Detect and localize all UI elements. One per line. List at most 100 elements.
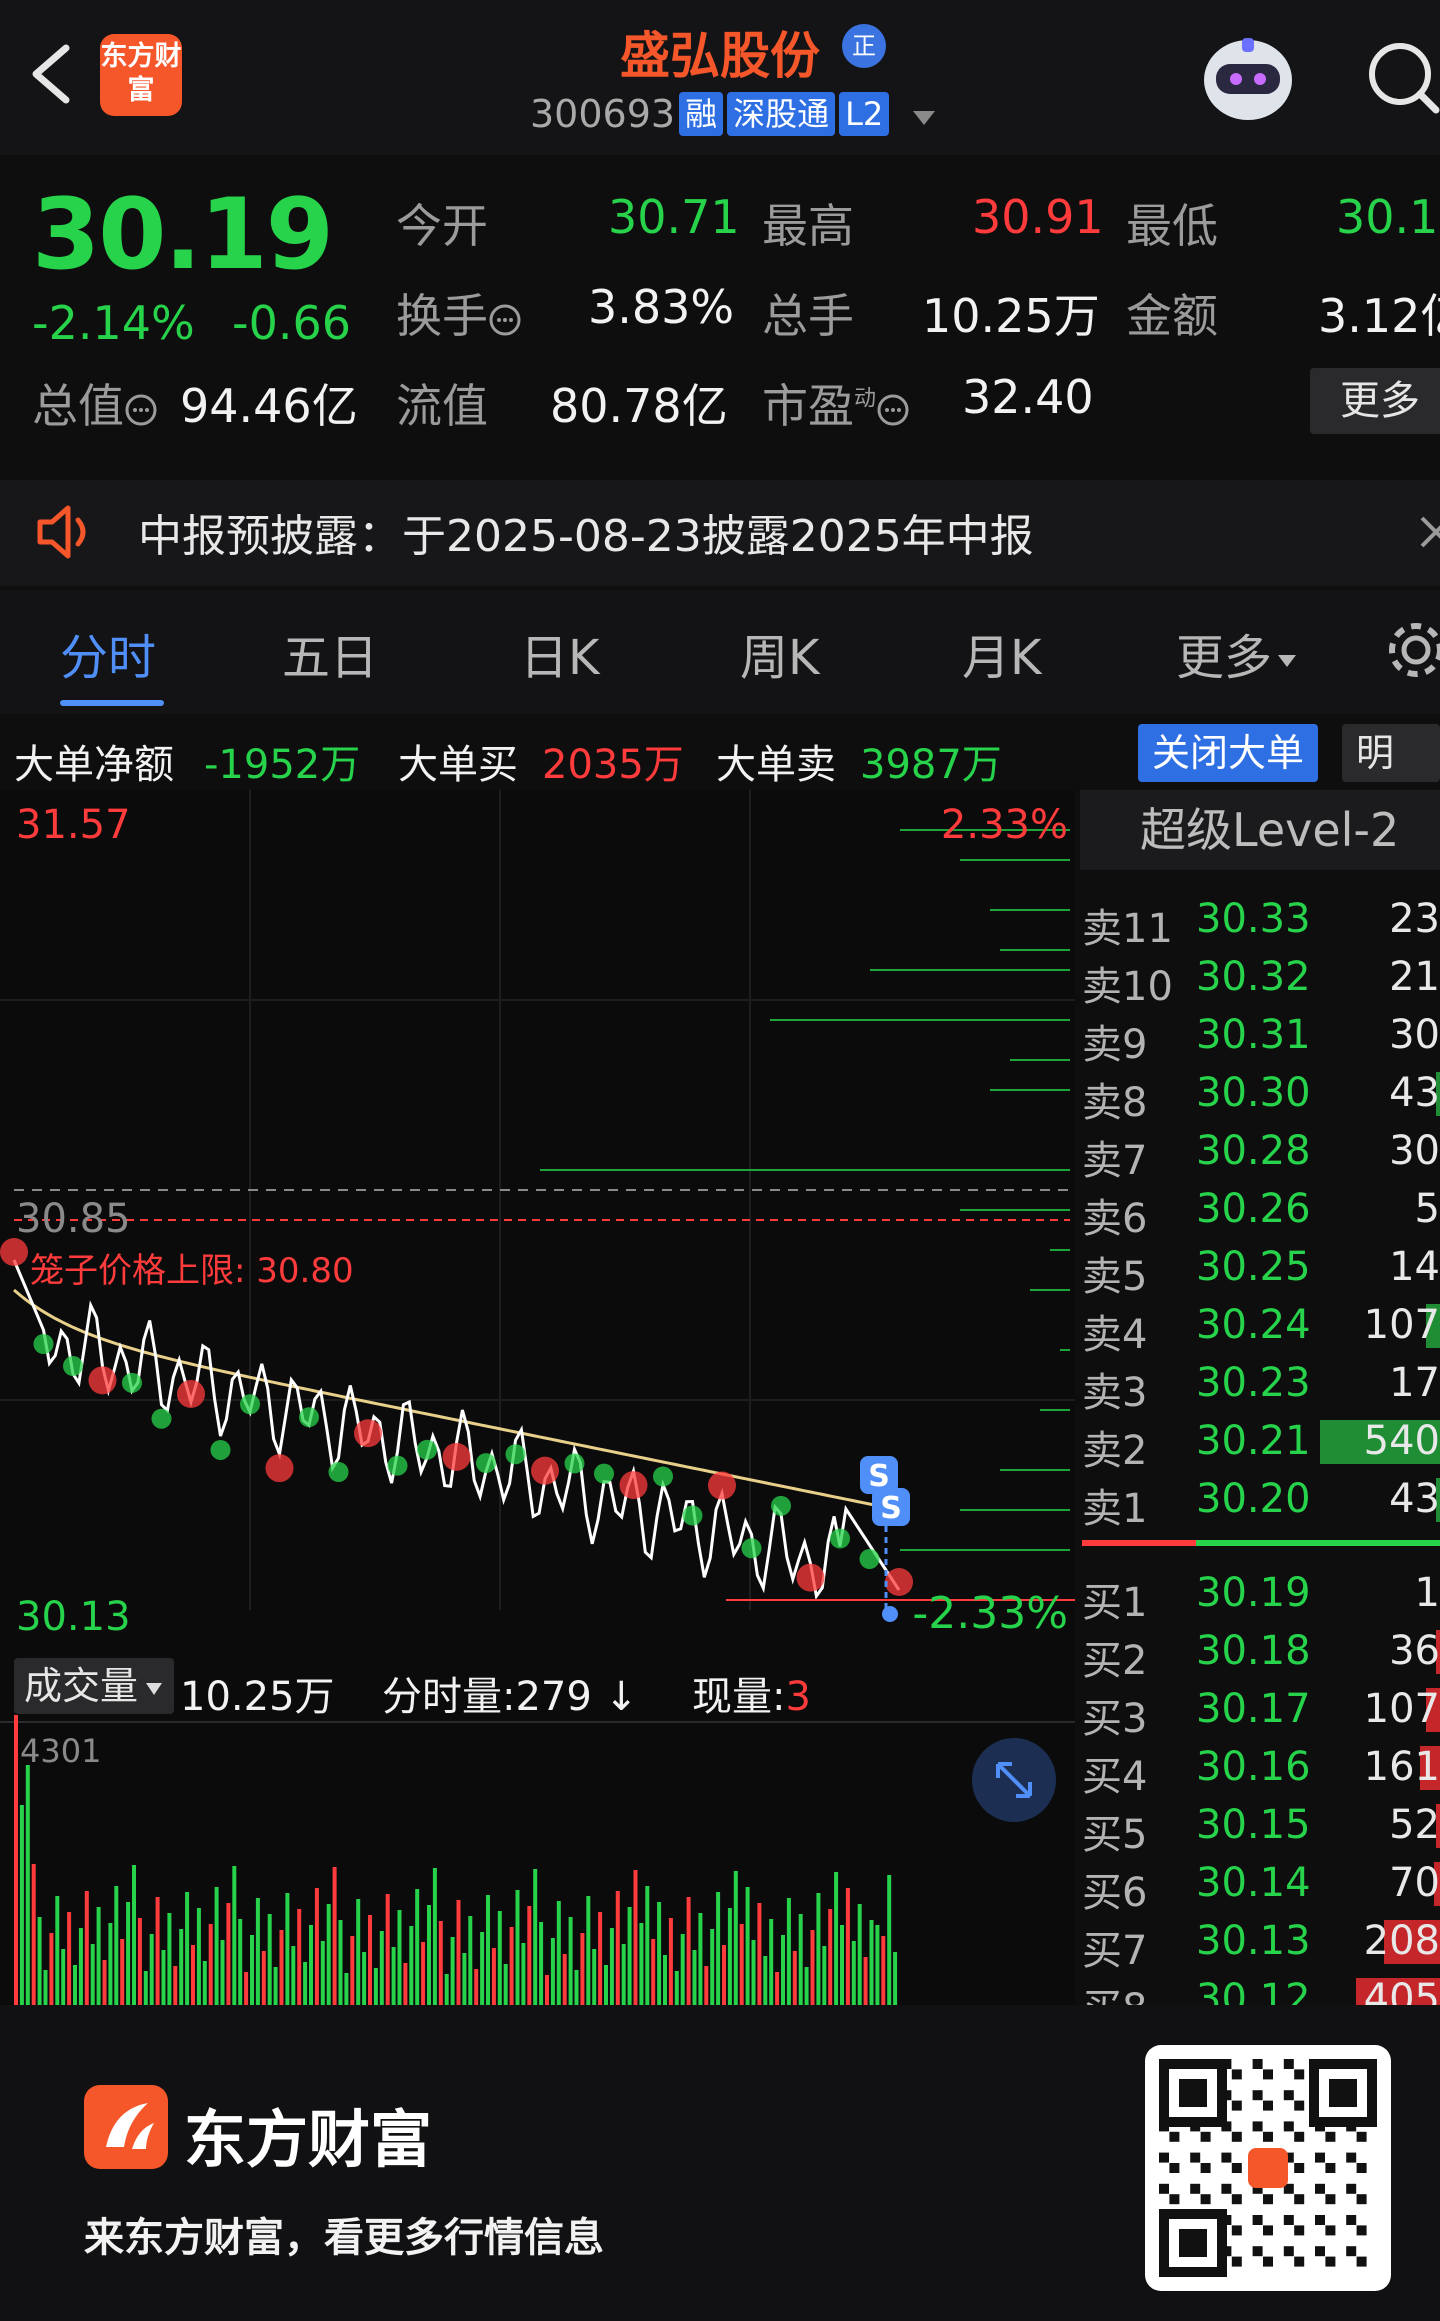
ask-price: 30.30: [1196, 1070, 1311, 1116]
tab-more[interactable]: 更多: [1176, 618, 1298, 688]
tab-daily-k[interactable]: 日K: [520, 618, 599, 688]
low-label: 最低: [1126, 199, 1218, 253]
ask-label: 卖11: [1082, 906, 1173, 952]
bid-row[interactable]: 买5 30.15 52: [1082, 1796, 1440, 1858]
svg-text:S: S: [880, 1491, 902, 1526]
ask-row[interactable]: 卖4 30.24 107: [1082, 1296, 1440, 1358]
big-sell-label: 大单卖: [716, 742, 836, 788]
dropdown-icon: [913, 110, 936, 125]
intraday-chart[interactable]: 31.57 2.33% 30.85 笼子价格上限: 30.80 30.13 -2…: [0, 790, 1075, 2005]
ask-row[interactable]: 卖1 30.20 43: [1082, 1470, 1440, 1532]
bid-price: 30.13: [1196, 1918, 1311, 1964]
tab-five-day[interactable]: 五日: [282, 618, 378, 688]
high-pct-label: 2.33%: [941, 802, 1068, 848]
tag-level2: L2: [839, 92, 890, 136]
ask-row[interactable]: 卖8 30.30 43: [1082, 1064, 1440, 1126]
ask-row[interactable]: 卖10 30.32 21: [1082, 948, 1440, 1010]
bid-row[interactable]: 买7 30.13 208: [1082, 1912, 1440, 1974]
ask-price: 30.25: [1196, 1244, 1311, 1290]
dropdown-icon: [146, 1682, 163, 1695]
bid-label: 买2: [1082, 1638, 1148, 1684]
market-cap-value: 94.46亿: [180, 379, 358, 433]
volume-header: 成交量 10.25万 分时量:279 ↓ 现量:3: [0, 1650, 1075, 1722]
tab-intraday[interactable]: 分时: [60, 618, 156, 688]
ask-qty: 23: [1389, 896, 1440, 942]
search-icon: [1369, 43, 1440, 114]
ask-label: 卖3: [1082, 1370, 1148, 1416]
ask-price: 30.31: [1196, 1012, 1311, 1058]
bid-row[interactable]: 买1 30.19 1: [1082, 1564, 1440, 1626]
market-cap-label[interactable]: 总值: [32, 370, 158, 436]
ask-row[interactable]: 卖6 30.26 5: [1082, 1180, 1440, 1242]
qr-code[interactable]: [1145, 2045, 1391, 2291]
indicator-selector[interactable]: 成交量: [14, 1658, 174, 1714]
detail-button[interactable]: 明细: [1342, 724, 1440, 782]
notice-close-button[interactable]: [1410, 500, 1440, 560]
stock-code: 300693: [530, 92, 676, 136]
close-big-order-button[interactable]: 关闭大单: [1138, 724, 1319, 782]
sell-marker-2[interactable]: S: [872, 1488, 910, 1526]
prev-close-label: 30.85: [16, 1196, 131, 1242]
ask-row[interactable]: 卖11 30.33 23: [1082, 890, 1440, 952]
bid-row[interactable]: 买4 30.16 161: [1082, 1738, 1440, 1800]
bid-price: 30.15: [1196, 1802, 1311, 1848]
ask-price: 30.24: [1196, 1302, 1311, 1348]
info-icon: [877, 394, 909, 425]
ask-label: 卖4: [1082, 1312, 1148, 1358]
expand-button[interactable]: [972, 1738, 1056, 1822]
brand-logo-icon: [84, 2085, 168, 2169]
tab-monthly-k[interactable]: 月K: [962, 618, 1041, 688]
ask-price: 30.32: [1196, 954, 1311, 1000]
tag-margin: 融: [679, 92, 724, 136]
bid-row[interactable]: 买6 30.14 70: [1082, 1854, 1440, 1916]
big-buy-label: 大单买: [398, 742, 518, 788]
ask-price: 30.23: [1196, 1360, 1311, 1406]
zheng-badge: 正: [842, 24, 886, 68]
ask-row[interactable]: 卖3 30.23 17: [1082, 1354, 1440, 1416]
big-order-strip: 大单净额 -1952万 大单买 2035万 大单卖 3987万 关闭大单 明细: [0, 718, 1440, 790]
float-cap-value: 80.78亿: [550, 379, 728, 433]
notice-banner[interactable]: 中报预披露：于2025-08-23披露2025年中报: [0, 480, 1440, 586]
dropdown-icon: [1278, 655, 1297, 667]
high-value: 30.91: [972, 190, 1104, 244]
ask-qty: 43: [1389, 1476, 1440, 1522]
chart-settings-button[interactable]: [1384, 618, 1440, 682]
bid-ask-divider-green: [1196, 1540, 1440, 1546]
tab-weekly-k[interactable]: 周K: [740, 618, 819, 688]
amount-label: 金额: [1126, 289, 1218, 343]
bid-price: 30.17: [1196, 1686, 1311, 1732]
turnover-label[interactable]: 换手: [396, 280, 522, 346]
bid-price: 30.16: [1196, 1744, 1311, 1790]
qr-code-icon: [1159, 2059, 1377, 2277]
search-button[interactable]: [1360, 36, 1440, 116]
bid-row[interactable]: 买2 30.18 36: [1082, 1622, 1440, 1684]
bid-row[interactable]: 买3 30.17 107: [1082, 1680, 1440, 1742]
ask-qty: 43: [1389, 1070, 1440, 1116]
pe-label[interactable]: 市盈动: [762, 370, 910, 436]
bid-qty: 107: [1363, 1686, 1440, 1732]
ask-label: 卖8: [1082, 1080, 1148, 1126]
high-price-label: 31.57: [16, 802, 131, 848]
volume-label: 总手: [762, 289, 854, 343]
footer-brand: 东方财富: [184, 2103, 433, 2176]
big-sell-value: 3987万: [860, 742, 1002, 788]
bid-qty: 208: [1363, 1918, 1440, 1964]
level2-title[interactable]: 超级Level-2: [1080, 790, 1440, 870]
sell-point: [882, 1606, 898, 1622]
stock-code-line[interactable]: 300693 融深股通 L2: [530, 92, 937, 142]
active-tab-indicator: [60, 700, 164, 706]
open-value: 30.71: [608, 190, 740, 244]
chart-tabs: 分时 五日 日K 周K 月K 更多: [0, 590, 1440, 714]
bid-qty: 161: [1363, 1744, 1440, 1790]
bid-ask-divider-red: [1082, 1540, 1196, 1546]
assistant-button[interactable]: [1198, 30, 1298, 126]
float-cap-label: 流值: [396, 379, 488, 433]
more-stats-button[interactable]: 更多: [1310, 368, 1440, 434]
ask-row[interactable]: 卖7 30.28 30: [1082, 1122, 1440, 1184]
promo-footer: 东方财富 来东方财富，看更多行情信息: [0, 2005, 1440, 2321]
ask-row[interactable]: 卖2 30.21 540: [1082, 1412, 1440, 1474]
ask-row[interactable]: 卖9 30.31 30: [1082, 1006, 1440, 1068]
bid-price: 30.18: [1196, 1628, 1311, 1674]
low-price-label: 30.13: [16, 1594, 131, 1640]
ask-row[interactable]: 卖5 30.25 14: [1082, 1238, 1440, 1300]
